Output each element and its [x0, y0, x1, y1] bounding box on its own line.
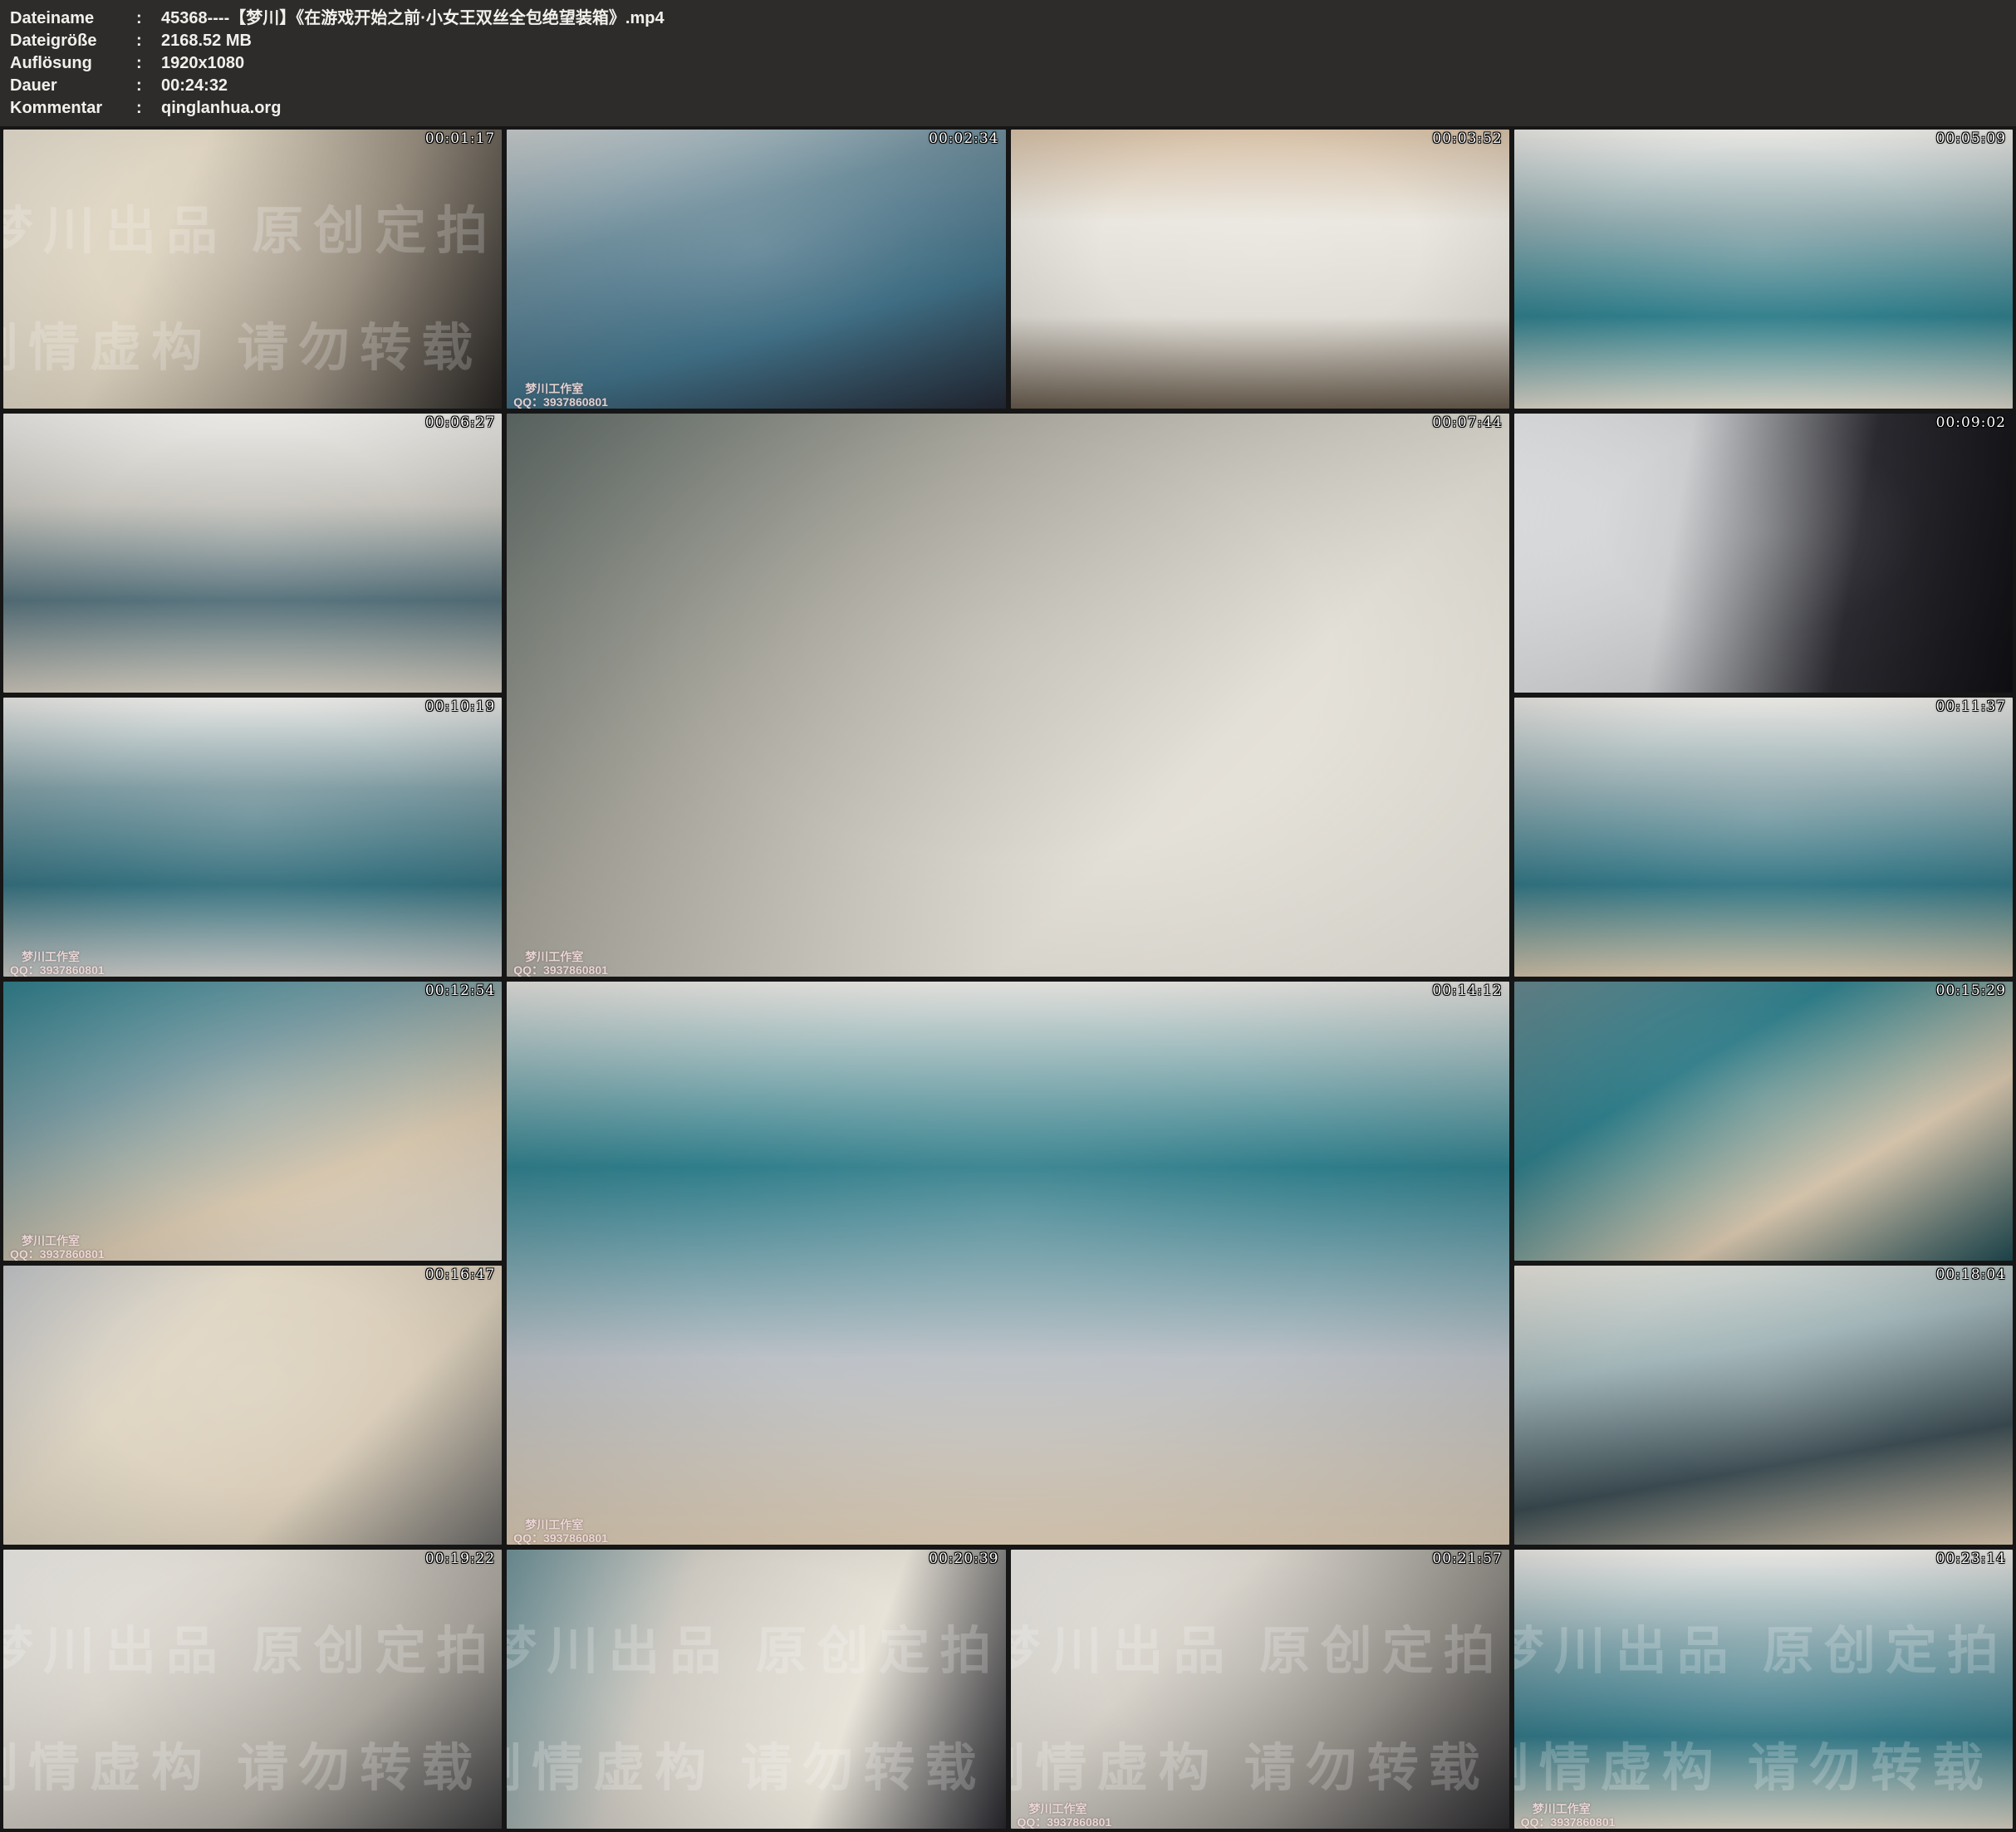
file-info-row-dateiname: Dateiname:45368----【梦川】《在游戏开始之前·小女王双丝全包绝… [10, 7, 2008, 30]
thumbnail-timestamp: 00:16:47 [425, 1266, 495, 1283]
video-thumbnail-00-02-34[interactable]: 00:02:34 梦川工作室QQ：3937860801 [507, 130, 1005, 409]
video-thumbnail-00-20-39[interactable]: 00:20:39梦川出品 原创定拍剧情虚构 请勿转载 [507, 1550, 1005, 1829]
thumbnail-timestamp: 00:12:54 [425, 982, 495, 999]
studio-qq-text: QQ：3937860801 [513, 963, 608, 977]
thumbnail-timestamp: 00:14:12 [1432, 982, 1502, 999]
file-info-separator: : [136, 30, 161, 52]
video-thumbnail-00-16-47[interactable]: 00:16:47 [3, 1266, 502, 1545]
video-thumbnail-00-18-04[interactable]: 00:18:04 [1514, 1266, 2013, 1545]
thumbnail-timestamp: 00:05:09 [1936, 130, 2006, 147]
studio-qq-text: QQ：3937860801 [1018, 1815, 1112, 1829]
thumbnail-timestamp: 00:06:27 [425, 414, 495, 431]
watermark-line-1: 梦川出品 原创定拍 [1514, 1609, 2009, 1683]
thumbnail-timestamp: 00:09:02 [1936, 414, 2006, 431]
file-info-row-kommentar: Kommentar:qinglanhua.org [10, 97, 2008, 120]
studio-qq-text: QQ：3937860801 [513, 395, 608, 409]
thumbnail-timestamp: 00:10:19 [425, 698, 495, 715]
video-thumbnail-00-10-19[interactable]: 00:10:19 梦川工作室QQ：3937860801 [3, 698, 502, 977]
video-thumbnail-00-19-22[interactable]: 00:19:22梦川出品 原创定拍剧情虚构 请勿转载 [3, 1550, 502, 1829]
thumbnail-timestamp: 00:01:17 [425, 130, 495, 147]
video-thumbnail-00-15-29[interactable]: 00:15:29 [1514, 982, 2013, 1261]
studio-name-text: 梦川工作室 [513, 1518, 608, 1531]
watermark-line-2: 剧情虚构 请勿转载 [3, 1726, 483, 1800]
studio-qq-watermark: 梦川工作室QQ：3937860801 [10, 950, 105, 977]
file-info-row-dauer: Dauer:00:24:32 [10, 75, 2008, 97]
watermark-line-1: 梦川出品 原创定拍 [3, 189, 498, 263]
studio-qq-watermark: 梦川工作室QQ：3937860801 [513, 382, 608, 409]
video-thumbnail-00-14-12[interactable]: 00:14:12 梦川工作室QQ：3937860801 [507, 982, 1509, 1545]
video-thumbnail-00-06-27[interactable]: 00:06:27 [3, 414, 502, 693]
watermark-line-2: 剧情虚构 请勿转载 [1011, 1726, 1490, 1800]
video-thumbnail-00-05-09[interactable]: 00:05:09 [1514, 130, 2013, 409]
studio-diagonal-watermark: 梦川出品 原创定拍剧情虚构 请勿转载 [3, 1550, 502, 1829]
thumbnail-timestamp: 00:11:37 [1936, 698, 2006, 715]
studio-qq-watermark: 梦川工作室QQ：3937860801 [513, 950, 608, 977]
file-info-row-dateigröße: Dateigröße:2168.52 MB [10, 30, 2008, 52]
file-info-label: Dauer [10, 75, 136, 97]
file-info-label: Kommentar [10, 97, 136, 120]
file-info-value: qinglanhua.org [161, 97, 2008, 120]
video-thumbnail-00-01-17[interactable]: 00:01:17梦川出品 原创定拍剧情虚构 请勿转载 [3, 130, 502, 409]
file-info-separator: : [136, 97, 161, 120]
video-thumbnail-00-12-54[interactable]: 00:12:54 梦川工作室QQ：3937860801 [3, 982, 502, 1261]
thumbnail-timestamp: 00:03:52 [1432, 130, 1502, 147]
watermark-line-1: 梦川出品 原创定拍 [3, 1609, 498, 1683]
studio-qq-text: QQ：3937860801 [10, 963, 105, 977]
file-info-separator: : [136, 52, 161, 75]
file-info-value: 1920x1080 [161, 52, 2008, 75]
thumbnail-timestamp: 00:18:04 [1936, 1266, 2006, 1283]
file-info-separator: : [136, 7, 161, 30]
studio-diagonal-watermark: 梦川出品 原创定拍剧情虚构 请勿转载 [3, 130, 502, 409]
thumbnail-timestamp: 00:15:29 [1936, 982, 2006, 999]
video-contact-sheet: Dateiname:45368----【梦川】《在游戏开始之前·小女王双丝全包绝… [0, 0, 2016, 1832]
studio-diagonal-watermark: 梦川出品 原创定拍剧情虚构 请勿转载 [1514, 1550, 2013, 1829]
watermark-line-1: 梦川出品 原创定拍 [1011, 1609, 1505, 1683]
thumbnail-timestamp: 00:20:39 [929, 1550, 998, 1567]
file-info-value: 00:24:32 [161, 75, 2008, 97]
studio-qq-text: QQ：3937860801 [10, 1247, 105, 1261]
studio-qq-watermark: 梦川工作室QQ：3937860801 [10, 1234, 105, 1261]
studio-qq-watermark: 梦川工作室QQ：3937860801 [1521, 1802, 1616, 1829]
thumbnail-timestamp: 00:07:44 [1432, 414, 1502, 431]
studio-name-text: 梦川工作室 [10, 950, 105, 963]
studio-qq-text: QQ：3937860801 [513, 1531, 608, 1545]
watermark-line-1: 梦川出品 原创定拍 [507, 1609, 1001, 1683]
video-thumbnail-00-03-52[interactable]: 00:03:52 [1011, 130, 1509, 409]
thumbnail-timestamp: 00:23:14 [1936, 1550, 2006, 1567]
thumbnail-timestamp: 00:21:57 [1432, 1550, 1502, 1567]
studio-diagonal-watermark: 梦川出品 原创定拍剧情虚构 请勿转载 [1011, 1550, 1509, 1829]
watermark-line-2: 剧情虚构 请勿转载 [3, 306, 483, 380]
video-thumbnail-00-09-02[interactable]: 00:09:02 [1514, 414, 2013, 693]
file-info-label: Auflösung [10, 52, 136, 75]
studio-name-text: 梦川工作室 [513, 382, 608, 395]
file-info-value: 2168.52 MB [161, 30, 2008, 52]
thumbnail-timestamp: 00:02:34 [929, 130, 998, 147]
watermark-line-2: 剧情虚构 请勿转载 [507, 1726, 986, 1800]
studio-name-text: 梦川工作室 [1521, 1802, 1616, 1815]
video-thumbnail-00-11-37[interactable]: 00:11:37 [1514, 698, 2013, 977]
file-info-label: Dateiname [10, 7, 136, 30]
thumbnail-grid: 00:01:17梦川出品 原创定拍剧情虚构 请勿转载00:02:34梦川工作室Q… [0, 126, 2016, 1832]
file-info-header: Dateiname:45368----【梦川】《在游戏开始之前·小女王双丝全包绝… [0, 0, 2016, 126]
studio-name-text: 梦川工作室 [1018, 1802, 1112, 1815]
studio-diagonal-watermark: 梦川出品 原创定拍剧情虚构 请勿转载 [507, 1550, 1005, 1829]
thumbnail-timestamp: 00:19:22 [425, 1550, 495, 1567]
file-info-separator: : [136, 75, 161, 97]
video-thumbnail-00-23-14[interactable]: 00:23:14梦川出品 原创定拍剧情虚构 请勿转载梦川工作室QQ：393786… [1514, 1550, 2013, 1829]
file-info-value: 45368----【梦川】《在游戏开始之前·小女王双丝全包绝望装箱》.mp4 [161, 7, 2008, 30]
studio-name-text: 梦川工作室 [513, 950, 608, 963]
file-info-label: Dateigröße [10, 30, 136, 52]
studio-qq-watermark: 梦川工作室QQ：3937860801 [1018, 1802, 1112, 1829]
video-thumbnail-00-07-44[interactable]: 00:07:44 梦川工作室QQ：3937860801 [507, 414, 1509, 977]
video-thumbnail-00-21-57[interactable]: 00:21:57梦川出品 原创定拍剧情虚构 请勿转载梦川工作室QQ：393786… [1011, 1550, 1509, 1829]
studio-qq-watermark: 梦川工作室QQ：3937860801 [513, 1518, 608, 1545]
studio-name-text: 梦川工作室 [10, 1234, 105, 1247]
studio-qq-text: QQ：3937860801 [1521, 1815, 1616, 1829]
file-info-row-auflösung: Auflösung:1920x1080 [10, 52, 2008, 75]
watermark-line-2: 剧情虚构 请勿转载 [1514, 1726, 1994, 1800]
